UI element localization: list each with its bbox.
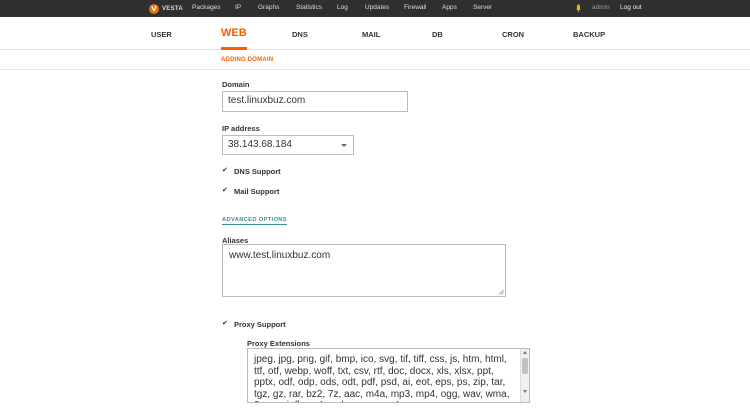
resize-handle-icon[interactable] xyxy=(498,289,504,295)
tab-web[interactable]: WEB xyxy=(221,27,247,39)
aliases-textarea[interactable]: www.test.linuxbuz.com xyxy=(222,244,506,297)
topnav-log[interactable]: Log xyxy=(337,4,348,11)
advanced-options-link[interactable]: ADVANCED OPTIONS xyxy=(222,217,287,225)
domain-label: Domain xyxy=(222,80,250,89)
tab-cron[interactable]: CRON xyxy=(502,30,524,39)
mail-support-label: Mail Support xyxy=(234,187,280,196)
topnav-server[interactable]: Server xyxy=(473,4,492,11)
vesta-logo-icon: V xyxy=(149,3,159,14)
user-link[interactable]: admin xyxy=(592,4,610,11)
topnav-statistics[interactable]: Statistics xyxy=(296,4,322,11)
aliases-value: www.test.linuxbuz.com xyxy=(229,250,331,261)
proxy-support-label: Proxy Support xyxy=(234,320,286,329)
ip-address-value: 38.143.68.184 xyxy=(228,139,292,150)
breadcrumb: ADDING DOMAIN xyxy=(221,57,274,63)
tab-dns[interactable]: DNS xyxy=(292,30,308,39)
domain-input[interactable]: test.linuxbuz.com xyxy=(222,91,408,112)
mail-support-checkbox[interactable]: ✔ xyxy=(222,187,230,195)
proxy-extensions-label: Proxy Extensions xyxy=(247,339,310,348)
topnav-apps[interactable]: Apps xyxy=(442,4,457,11)
chevron-down-icon xyxy=(341,144,347,147)
bell-icon[interactable] xyxy=(576,4,581,12)
proxy-extensions-value: jpeg, jpg, png, gif, bmp, ico, svg, tif,… xyxy=(254,354,510,402)
ip-address-label: IP address xyxy=(222,124,260,133)
tab-user[interactable]: USER xyxy=(151,30,172,39)
proxy-support-checkbox[interactable]: ✔ xyxy=(222,320,230,328)
textarea-scrollbar[interactable] xyxy=(520,349,529,402)
topnav-ip[interactable]: IP xyxy=(235,4,241,11)
topnav-graphs[interactable]: Graphs xyxy=(258,4,279,11)
topnav-packages[interactable]: Packages xyxy=(192,4,221,11)
sub-header xyxy=(0,50,750,70)
topnav-firewall[interactable]: Firewall xyxy=(404,4,426,11)
logo-text: VESTA xyxy=(162,5,184,12)
dns-support-checkbox[interactable]: ✔ xyxy=(222,167,230,175)
proxy-extensions-textarea[interactable]: jpeg, jpg, png, gif, bmp, ico, svg, tif,… xyxy=(247,348,530,403)
logout-link[interactable]: Log out xyxy=(620,4,642,11)
scrollbar-thumb[interactable] xyxy=(522,358,528,374)
topnav-updates[interactable]: Updates xyxy=(365,4,389,11)
tab-db[interactable]: DB xyxy=(432,30,443,39)
tab-backup[interactable]: BACKUP xyxy=(573,30,605,39)
scroll-up-icon[interactable] xyxy=(523,351,527,354)
domain-input-value: test.linuxbuz.com xyxy=(228,95,306,106)
main-tab-bar: USER WEB DNS MAIL DB CRON BACKUP xyxy=(0,17,750,50)
dns-support-label: DNS Support xyxy=(234,167,281,176)
vesta-logo[interactable]: V VESTA xyxy=(149,3,183,14)
scroll-down-icon[interactable] xyxy=(523,390,527,393)
ip-address-select[interactable]: 38.143.68.184 xyxy=(222,135,354,155)
top-bar: V VESTA Packages IP Graphs Statistics Lo… xyxy=(0,0,750,17)
tab-mail[interactable]: MAIL xyxy=(362,30,380,39)
